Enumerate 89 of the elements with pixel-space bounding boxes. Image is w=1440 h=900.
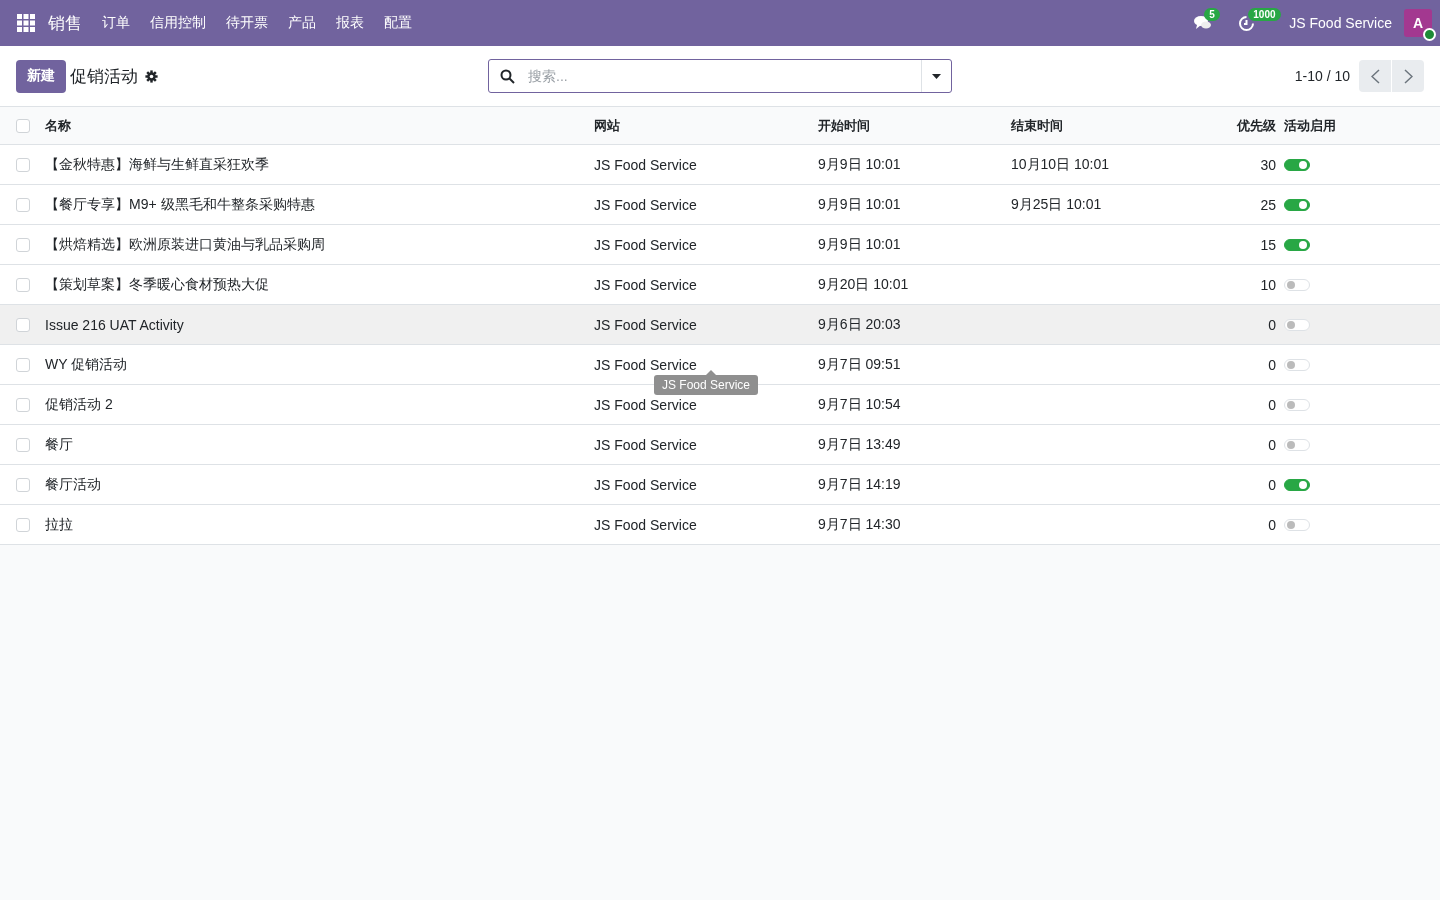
- new-button[interactable]: 新建: [16, 59, 66, 93]
- table-cell: 0: [1268, 516, 1276, 533]
- table-cell: JS Food Service: [594, 516, 697, 533]
- table-cell: Issue 216 UAT Activity: [45, 316, 184, 333]
- table-cell: 9月7日 09:51: [818, 355, 901, 374]
- toggle-switch[interactable]: [1284, 158, 1310, 171]
- next-page-button[interactable]: [1392, 60, 1424, 92]
- table-cell: 25: [1260, 196, 1276, 213]
- tooltip: JS Food Service: [654, 375, 759, 395]
- apps-menu-icon[interactable]: [16, 13, 36, 33]
- company-name[interactable]: JS Food Service: [1289, 15, 1392, 31]
- caret-icon: [932, 73, 941, 79]
- toggle-switch[interactable]: [1284, 478, 1310, 491]
- table-cell: 促销活动 2: [45, 395, 113, 414]
- row-checkbox[interactable]: [16, 277, 30, 292]
- search-field[interactable]: 搜索...: [488, 59, 952, 93]
- table-cell: 9月9日 10:01: [818, 155, 901, 174]
- search-icon: [500, 68, 515, 84]
- table-cell: JS Food Service: [594, 476, 697, 493]
- chevron-left-icon: [1370, 68, 1380, 84]
- search-input[interactable]: 搜索...: [526, 67, 921, 85]
- menu-item[interactable]: 报表: [336, 14, 364, 32]
- column-header[interactable]: 结束时间: [1011, 116, 1063, 135]
- clock-icon[interactable]: [1238, 14, 1256, 32]
- row-checkbox[interactable]: [16, 397, 30, 412]
- column-header[interactable]: 优先级: [1237, 116, 1276, 135]
- activity-count-badge: 1000: [1248, 7, 1281, 21]
- table-cell: 0: [1268, 436, 1276, 453]
- previous-page-button[interactable]: [1359, 60, 1391, 92]
- table-cell: 9月7日 13:49: [818, 435, 901, 454]
- column-header[interactable]: 开始时间: [818, 116, 870, 135]
- table-cell: JS Food Service: [594, 436, 697, 453]
- table-cell: 10月10日 10:01: [1011, 155, 1110, 174]
- table-cell: 餐厅: [45, 435, 73, 454]
- pager-value: 1-10 / 10: [1294, 68, 1350, 84]
- table-cell: 9月7日 10:54: [818, 395, 901, 414]
- table-cell: JS Food Service: [594, 356, 697, 373]
- column-header[interactable]: 名称: [45, 116, 71, 135]
- menu-item[interactable]: 信用控制: [150, 14, 206, 32]
- column-header[interactable]: 网站: [594, 116, 620, 135]
- table-cell: 9月7日 14:30: [818, 515, 901, 534]
- toggle-switch[interactable]: [1284, 198, 1310, 211]
- table-cell: 10: [1260, 276, 1276, 293]
- table-cell: 9月9日 10:01: [818, 235, 901, 254]
- menu-item[interactable]: 配置: [384, 14, 412, 32]
- table-cell: 【金秋特惠】海鲜与生鲜直采狂欢季: [45, 155, 269, 174]
- row-checkbox[interactable]: [16, 237, 30, 252]
- table-cell: 0: [1268, 396, 1276, 413]
- table-cell: 9月6日 20:03: [818, 315, 901, 334]
- table-cell: 9月7日 14:19: [818, 475, 901, 494]
- table-cell: 9月25日 10:01: [1011, 195, 1102, 214]
- table-cell: JS Food Service: [594, 276, 697, 293]
- table-cell: JS Food Service: [594, 156, 697, 173]
- table-cell: JS Food Service: [594, 196, 697, 213]
- menu-item[interactable]: 订单: [102, 14, 130, 32]
- menu-item[interactable]: 待开票: [226, 14, 268, 32]
- row-checkbox[interactable]: [16, 157, 30, 172]
- table-cell: 0: [1268, 356, 1276, 373]
- row-checkbox[interactable]: [16, 477, 30, 492]
- table-cell: JS Food Service: [594, 396, 697, 413]
- online-status-icon: [1423, 28, 1436, 41]
- table-cell: JS Food Service: [594, 316, 697, 333]
- row-checkbox[interactable]: [16, 317, 30, 332]
- row-checkbox[interactable]: [16, 197, 30, 212]
- chevron-right-icon: [1403, 68, 1413, 84]
- table-cell: 【策划草案】冬季暖心食材预热大促: [45, 275, 269, 294]
- table-cell: 30: [1260, 156, 1276, 173]
- message-count-badge: 5: [1204, 8, 1220, 21]
- row-checkbox[interactable]: [16, 437, 30, 452]
- table-cell: 0: [1268, 316, 1276, 333]
- table-cell: 0: [1268, 476, 1276, 493]
- select-all-checkbox[interactable]: [16, 118, 30, 133]
- table-cell: WY 促销活动: [45, 355, 128, 374]
- table-cell: 【餐厅专享】M9+ 级黑毛和牛整条采购特惠: [45, 195, 315, 214]
- row-checkbox[interactable]: [16, 357, 30, 372]
- column-header[interactable]: 活动启用: [1284, 116, 1336, 135]
- settings-icon[interactable]: [145, 69, 158, 83]
- table-cell: 9月20日 10:01: [818, 275, 909, 294]
- table-cell: 9月9日 10:01: [818, 195, 901, 214]
- table-cell: 15: [1260, 236, 1276, 253]
- page-title: 促销活动: [70, 65, 138, 88]
- table-cell: 【烘焙精选】欧洲原装进口黄油与乳品采购周: [45, 235, 325, 254]
- app-name[interactable]: 销售: [48, 11, 82, 35]
- row-checkbox[interactable]: [16, 517, 30, 532]
- table-cell: 拉拉: [45, 515, 73, 534]
- menu-item[interactable]: 产品: [288, 14, 316, 32]
- toggle-switch[interactable]: [1284, 238, 1310, 251]
- table-cell: 餐厅活动: [45, 475, 101, 494]
- table-cell: JS Food Service: [594, 236, 697, 253]
